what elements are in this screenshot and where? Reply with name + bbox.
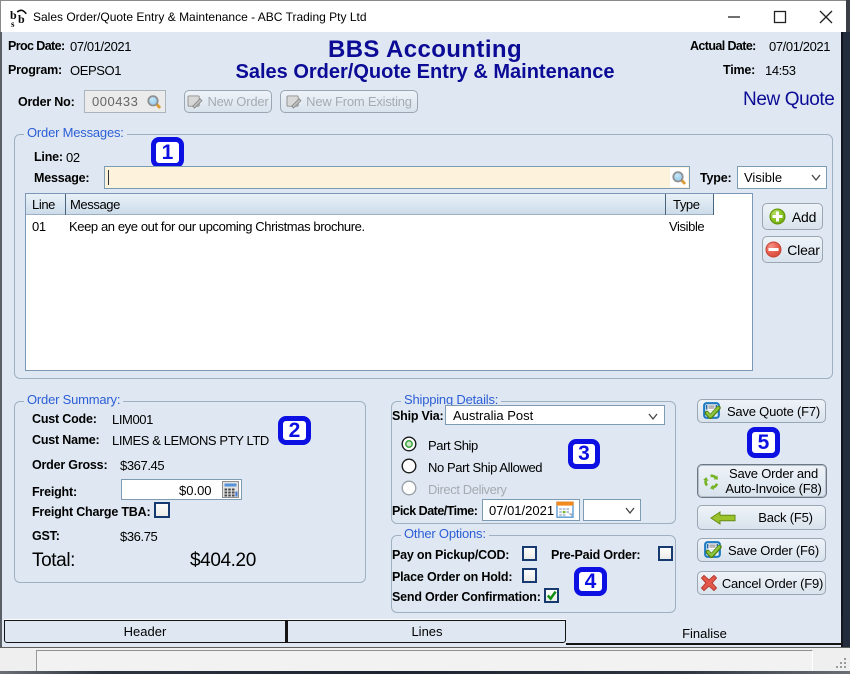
svg-text:b: b — [18, 12, 25, 26]
svg-text:s: s — [11, 19, 15, 29]
